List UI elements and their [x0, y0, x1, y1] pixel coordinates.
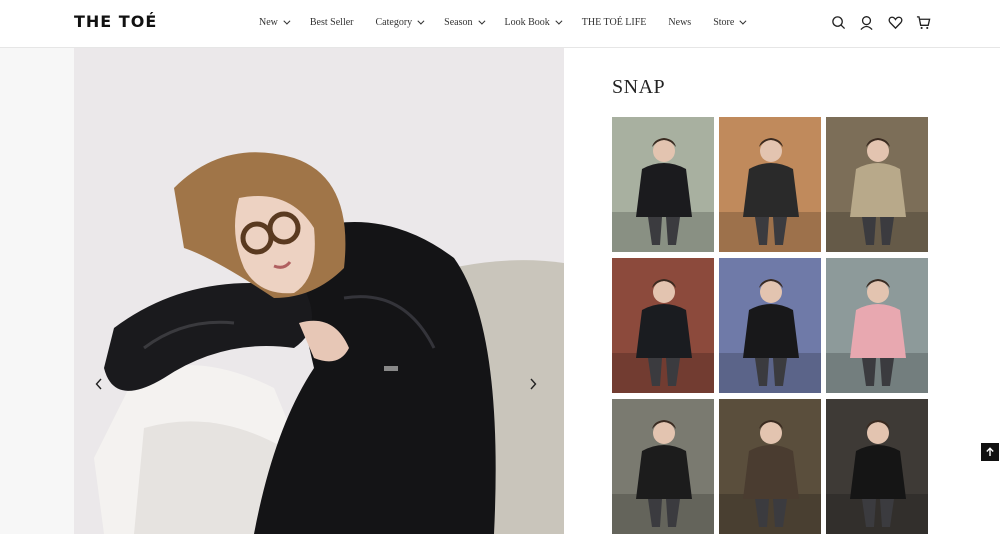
hero-image	[74, 48, 564, 534]
user-icon[interactable]	[857, 13, 877, 31]
nav-item-label: THE TOÉ LIFE	[581, 16, 647, 28]
arrow-up-icon	[986, 447, 994, 456]
chevron-down-icon	[739, 17, 747, 25]
nav-item-category[interactable]: Category	[375, 16, 425, 28]
chevron-down-icon	[555, 17, 563, 25]
chevron-right-icon	[530, 378, 537, 390]
snap-title: SNAP	[612, 76, 666, 98]
snap-photo-1[interactable]	[612, 117, 714, 252]
search-icon[interactable]	[828, 13, 848, 31]
back-to-top-button[interactable]	[981, 443, 999, 461]
nav-item-label: New	[259, 16, 278, 28]
nav-item-label: Store	[713, 16, 735, 28]
nav-item-label: Category	[375, 16, 413, 28]
heart-icon[interactable]	[885, 13, 905, 31]
chevron-left-icon	[95, 378, 102, 390]
snap-photo-6[interactable]	[826, 258, 928, 393]
snap-photo-2[interactable]	[719, 117, 821, 252]
nav-item-label: Season	[444, 16, 473, 28]
cart-icon[interactable]	[914, 13, 934, 31]
snap-photo-3[interactable]	[826, 117, 928, 252]
nav-item-the-to-life[interactable]: THE TOÉ LIFE	[582, 17, 647, 28]
nav-item-news[interactable]: News	[668, 17, 691, 28]
chevron-down-icon	[283, 17, 291, 25]
hero-carousel[interactable]	[74, 48, 564, 534]
carousel-prev-button[interactable]	[95, 378, 109, 394]
site-header: THE TOÉ New Best Seller Category Season Look…	[0, 0, 1000, 48]
snap-photo-5[interactable]	[719, 258, 821, 393]
nav-item-label: Best Seller	[309, 16, 354, 28]
main-nav: New Best Seller Category Season Look Book THE…	[259, 0, 766, 44]
snap-photo-9[interactable]	[826, 399, 928, 534]
nav-item-look-book[interactable]: Look Book	[504, 16, 563, 28]
snap-photo-4[interactable]	[612, 258, 714, 393]
nav-item-label: Look Book	[504, 16, 550, 28]
snap-photo-7[interactable]	[612, 399, 714, 534]
logo[interactable]: THE TOÉ	[74, 12, 157, 31]
snap-photo-8[interactable]	[719, 399, 821, 534]
nav-item-best-seller[interactable]: Best Seller	[310, 17, 354, 28]
chevron-down-icon	[417, 17, 425, 25]
carousel-next-button[interactable]	[529, 378, 543, 394]
nav-item-new[interactable]: New	[259, 16, 291, 28]
nav-item-store[interactable]: Store	[713, 16, 747, 28]
chevron-down-icon	[477, 17, 485, 25]
nav-item-label: News	[668, 16, 692, 28]
nav-item-season[interactable]: Season	[444, 16, 485, 28]
header-icons	[828, 13, 942, 31]
